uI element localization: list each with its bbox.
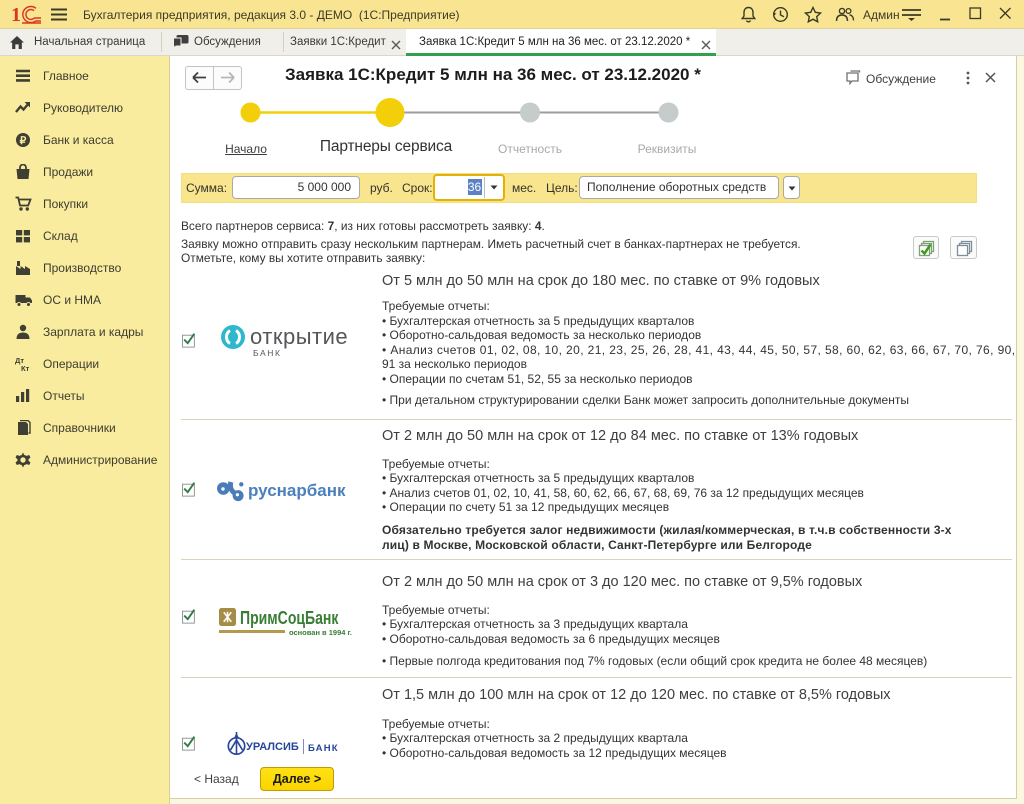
svg-text:Кт: Кт xyxy=(21,364,30,372)
svg-text:₽: ₽ xyxy=(20,135,27,147)
svg-text:1: 1 xyxy=(11,4,21,25)
